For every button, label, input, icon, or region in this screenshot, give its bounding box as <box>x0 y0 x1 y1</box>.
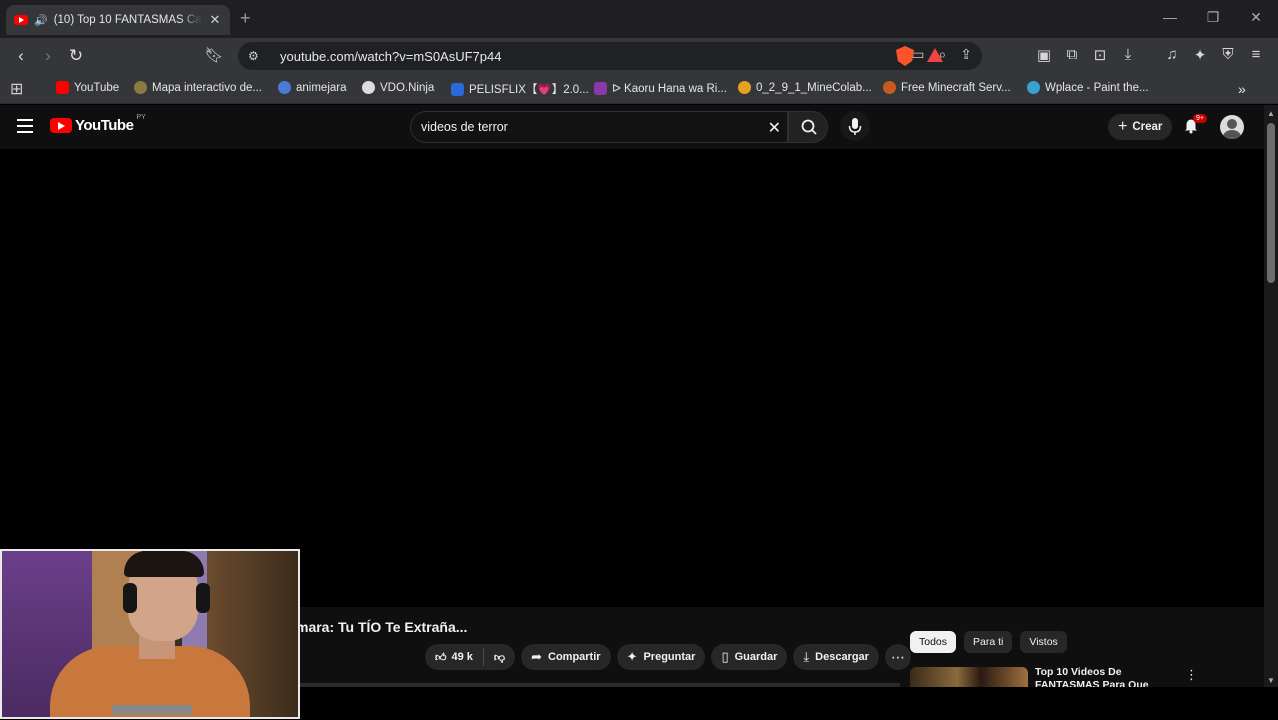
thumbs-down-icon: 👎︎ <box>493 651 506 664</box>
bookmarks-overflow-button[interactable]: » <box>1238 81 1246 97</box>
reload-button[interactable]: ↻ <box>66 46 86 66</box>
recommended-video[interactable]: Top 10 Videos De FANTASMAS Para Que Teng… <box>910 665 1230 687</box>
like-dislike-group: 👍︎ 49 k 👎︎ <box>425 644 516 670</box>
bookmark-page-icon[interactable]: 🔖︎ <box>204 46 224 66</box>
youtube-logo[interactable]: YouTube PY <box>50 114 146 134</box>
ask-button[interactable]: ✦ Preguntar <box>616 644 706 670</box>
brave-rewards-icon[interactable] <box>927 48 943 62</box>
tab-title: (10) Top 10 FANTASMAS Capt <box>53 14 202 26</box>
bookmark-item[interactable]: Mapa interactivo de... <box>134 81 262 94</box>
extensions-icon[interactable]: ⧉ <box>1062 46 1082 63</box>
related-filter-chips: Todos Para ti Vistos <box>910 631 1067 653</box>
bookmark-item[interactable]: 0_2_9_1_MineColab... <box>738 81 872 94</box>
close-window-button[interactable]: ✕ <box>1246 9 1266 26</box>
scroll-up-icon[interactable]: ▲ <box>1267 109 1275 118</box>
search-input[interactable] <box>421 120 751 134</box>
address-url[interactable]: youtube.com/watch?v=mS0AsUF7p44 <box>280 49 501 64</box>
browser-toolbar: ‹ › ↻ 🔖︎ ⚙︎ youtube.com/watch?v=mS0AsUF7… <box>0 38 1278 74</box>
thumbs-up-icon: 👍︎ <box>435 651 447 664</box>
share-icon[interactable]: ⇪ <box>960 46 972 63</box>
bookmark-icon: ▯ <box>721 649 729 664</box>
audio-playing-icon[interactable]: 🔊 <box>34 14 48 27</box>
shirt-tag <box>112 705 192 715</box>
video-title: mara: Tu TÍO Te Extraña... <box>296 619 468 635</box>
page-scrollbar[interactable]: ▲ ▼ <box>1264 105 1278 687</box>
wplace-icon <box>1027 81 1040 94</box>
recommended-menu-icon[interactable]: ⋮ <box>1185 667 1198 683</box>
map-icon <box>134 81 147 94</box>
pelisflix-icon <box>451 82 464 96</box>
screenshot-icon[interactable]: ⊡ <box>1090 46 1110 64</box>
chip-watched[interactable]: Vistos <box>1020 631 1067 653</box>
search-button[interactable] <box>788 111 828 143</box>
colab-icon <box>738 81 751 94</box>
bookmark-item[interactable]: ᐅ Kaoru Hana wa Ri... <box>594 81 727 95</box>
bookmark-item[interactable]: YouTube <box>56 81 119 94</box>
search-box: ✕ <box>410 111 788 143</box>
youtube-icon <box>56 81 69 94</box>
youtube-favicon-icon <box>14 15 28 25</box>
voice-search-button[interactable] <box>840 111 870 141</box>
media-controls-icon[interactable]: ♫ <box>1162 46 1182 63</box>
tab-close-icon[interactable]: ✕ <box>208 12 222 28</box>
minecraft-icon <box>883 81 896 94</box>
like-button[interactable]: 👍︎ 49 k <box>425 651 483 664</box>
recommended-title[interactable]: Top 10 Videos De FANTASMAS Para Que Teng… <box>1035 666 1180 687</box>
share-button[interactable]: ➦ Compartir <box>521 644 611 670</box>
bookmark-item[interactable]: Wplace - Paint the... <box>1027 81 1149 94</box>
apps-grid-icon[interactable]: ⊞ <box>10 79 23 99</box>
youtube-masthead: YouTube PY ✕ + Crear 9+ <box>0 105 1264 149</box>
menu-icon[interactable]: ≡ <box>1246 46 1266 63</box>
address-bar[interactable]: ⚙︎ youtube.com/watch?v=mS0AsUF7p44 ▭ ⌕ ⇪ <box>238 42 982 70</box>
recommended-thumbnail[interactable] <box>910 667 1028 687</box>
save-button[interactable]: ▯ Guardar <box>711 644 788 670</box>
browser-tab-active[interactable]: 🔊 (10) Top 10 FANTASMAS Capt ✕ <box>6 5 230 35</box>
chip-all[interactable]: Todos <box>910 631 957 653</box>
maximize-button[interactable]: ❐ <box>1203 9 1223 26</box>
microphone-icon <box>848 118 862 135</box>
headphones-right <box>196 583 210 613</box>
minimize-button[interactable]: — <box>1160 9 1180 25</box>
video-actions: 👍︎ 49 k 👎︎ ➦ Compartir ✦ Preguntar ▯ Gua… <box>425 644 911 670</box>
new-tab-button[interactable]: + <box>240 8 251 29</box>
back-button[interactable]: ‹ <box>11 46 31 66</box>
search-icon <box>801 119 817 135</box>
bookmarks-bar: ⊞ YouTube Mapa interactivo de... animeja… <box>0 74 1278 104</box>
sparkle-icon: ✦ <box>626 649 638 664</box>
clear-search-icon[interactable]: ✕ <box>768 118 781 138</box>
kaoru-icon <box>594 81 607 95</box>
site-settings-icon[interactable]: ⚙︎ <box>248 49 266 63</box>
vpn-icon[interactable]: ⛨ <box>1218 46 1238 63</box>
browser-tab-strip: 🔊 (10) Top 10 FANTASMAS Capt ✕ + — ❐ ✕ <box>0 0 1278 38</box>
webcam-overlay <box>0 549 300 719</box>
forward-button[interactable]: › <box>38 46 58 66</box>
guide-menu-icon[interactable] <box>17 119 33 137</box>
create-button[interactable]: + Crear <box>1108 114 1173 140</box>
notification-count-badge: 9+ <box>1193 114 1207 123</box>
account-avatar[interactable] <box>1220 115 1244 139</box>
animejara-icon <box>278 81 291 94</box>
bookmark-item[interactable]: animejara <box>278 81 347 94</box>
bookmark-item[interactable]: VDO.Ninja <box>362 81 434 94</box>
bookmark-item[interactable]: Free Minecraft Serv... <box>883 81 1011 94</box>
share-arrow-icon: ➦ <box>531 649 542 664</box>
chip-for-you[interactable]: Para ti <box>964 631 1013 653</box>
plus-icon: + <box>1118 118 1128 135</box>
headphones-left <box>123 583 137 613</box>
youtube-play-icon <box>50 118 72 133</box>
leo-ai-icon[interactable]: ✦ <box>1190 46 1210 64</box>
bookmark-item[interactable]: PELISFLIX【💗】2.0... <box>451 81 589 97</box>
download-button[interactable]: ⤓ Descargar <box>793 644 879 670</box>
video-player[interactable] <box>0 149 1264 607</box>
vdo-ninja-icon <box>362 81 375 94</box>
scrollbar-thumb[interactable] <box>1267 123 1275 283</box>
like-count: 49 k <box>451 651 473 663</box>
download-arrow-icon: ⤓ <box>803 649 810 664</box>
sidebar-icon[interactable]: ▣ <box>1034 46 1054 64</box>
more-actions-button[interactable]: ⋯ <box>884 644 911 670</box>
scroll-down-icon[interactable]: ▼ <box>1267 676 1275 685</box>
download-icon[interactable]: ⤓ <box>1118 46 1138 63</box>
dislike-button[interactable]: 👎︎ <box>484 651 515 664</box>
